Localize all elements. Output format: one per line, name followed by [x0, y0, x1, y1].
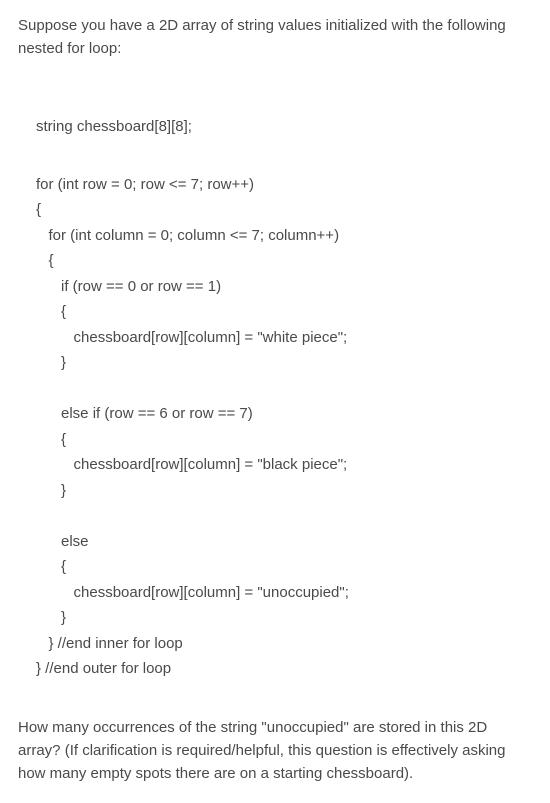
code-line: chessboard[row][column] = "unoccupied";: [36, 584, 349, 601]
code-line: if (row == 0 or row == 1): [36, 278, 221, 295]
code-line: {: [36, 558, 66, 575]
code-line: {: [36, 252, 54, 269]
code-line: {: [36, 201, 41, 218]
code-line: }: [36, 482, 66, 499]
code-line: }: [36, 609, 66, 626]
code-line: } //end outer for loop: [36, 660, 171, 677]
question-paragraph: How many occurrences of the string "unoc…: [18, 716, 532, 786]
code-declaration: string chessboard[8][8];: [36, 114, 532, 140]
document-page: Suppose you have a 2D array of string va…: [0, 0, 550, 803]
code-block: string chessboard[8][8]; for (int row = 0…: [18, 89, 532, 682]
question-line: (If clarification is required/helpful, t…: [18, 742, 505, 782]
code-line: {: [36, 303, 66, 320]
code-line: for (int row = 0; row <= 7; row++): [36, 176, 254, 193]
intro-paragraph: Suppose you have a 2D array of string va…: [18, 14, 532, 61]
code-line: for (int column = 0; column <= 7; column…: [36, 227, 339, 244]
code-line: chessboard[row][column] = "black piece";: [36, 456, 347, 473]
code-line: chessboard[row][column] = "white piece";: [36, 329, 347, 346]
code-line: }: [36, 354, 66, 371]
code-line: else: [36, 533, 89, 550]
code-line: {: [36, 431, 66, 448]
code-line: } //end inner for loop: [36, 635, 183, 652]
code-line: else if (row == 6 or row == 7): [36, 405, 253, 422]
